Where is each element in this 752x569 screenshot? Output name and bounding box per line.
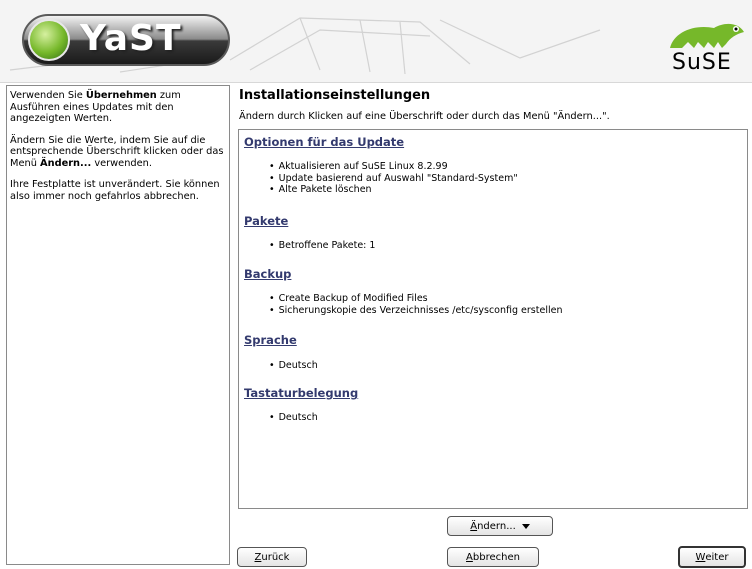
help-paragraph-2: Ändern Sie die Werte, indem Sie auf die … [10,135,226,170]
list-item: Alte Pakete löschen [269,184,518,196]
list-item: Aktualisieren auf SuSE Linux 8.2.99 [269,161,518,173]
section-packages: Pakete [244,214,288,228]
back-label: urück [261,551,290,563]
list-item: Deutsch [269,360,318,372]
help-bold-text: Ändern... [40,157,92,169]
header-banner: YaST SuSE [0,0,752,83]
yast-logo: YaST [22,14,230,66]
list-item: Deutsch [269,412,318,424]
section-title-update-options[interactable]: Optionen für das Update [244,135,404,149]
help-bold-text: Übernehmen [85,90,157,101]
help-text: verwenden. [91,157,152,169]
change-menu-button[interactable]: Ändern... [447,516,553,536]
list-item: Betroffene Pakete: 1 [269,240,376,252]
back-mnemonic: Z [254,551,262,563]
section-language: Sprache [244,333,297,347]
packages-list: Betroffene Pakete: 1 [269,240,376,252]
section-keyboard: Tastaturbelegung [244,386,358,400]
abort-button[interactable]: Abbrechen [447,547,539,567]
dropdown-arrow-icon [521,523,530,529]
page-subtitle: Ändern durch Klicken auf eine Überschrif… [239,111,610,122]
back-button[interactable]: Zurück [237,547,307,567]
change-mnemonic: Ä [470,520,478,532]
next-mnemonic: W [695,551,706,563]
yast-logo-text: YaST [80,18,182,59]
abort-mnemonic: A [466,551,473,563]
change-label: ndern... [477,520,516,532]
section-update-options: Optionen für das Update [244,135,404,149]
backup-list: Create Backup of Modified Files Sicherun… [269,293,563,317]
settings-summary: Optionen für das Update Aktualisieren au… [238,129,748,509]
yast-logo-orb-icon [28,19,70,61]
abort-label: bbrechen [472,551,520,563]
list-item: Sicherungskopie des Verzeichnisses /etc/… [269,305,563,317]
language-list: Deutsch [269,360,318,372]
help-paragraph-1: Verwenden Sie Übernehmen zum Ausführen e… [10,90,226,125]
help-text: Verwenden Sie [10,90,86,101]
section-title-language[interactable]: Sprache [244,333,297,347]
keyboard-list: Deutsch [269,412,318,424]
help-pane: Verwenden Sie Übernehmen zum Ausführen e… [6,85,230,565]
next-button[interactable]: Weiter [678,546,746,568]
update-options-list: Aktualisieren auf SuSE Linux 8.2.99 Upda… [269,161,518,196]
list-item: Create Backup of Modified Files [269,293,562,305]
page-title: Installationseinstellungen [239,88,431,103]
section-title-backup[interactable]: Backup [244,267,291,281]
section-title-packages[interactable]: Pakete [244,214,288,228]
suse-brand-text: SuSE [672,50,732,75]
list-item: Update basierend auf Auswahl "Standard-S… [269,173,518,185]
next-label: eiter [705,551,729,563]
help-paragraph-3: Ihre Festplatte ist unverändert. Sie kön… [10,179,220,202]
section-title-keyboard[interactable]: Tastaturbelegung [244,386,358,400]
section-backup: Backup [244,267,291,281]
